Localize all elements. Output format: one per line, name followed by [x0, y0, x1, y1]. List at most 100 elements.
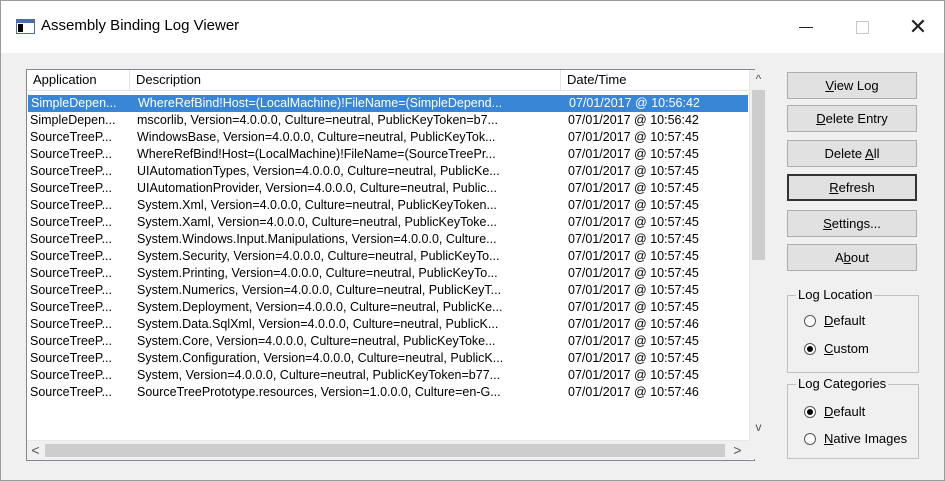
row-application: SourceTreeP... — [30, 164, 112, 178]
row-application: SourceTreeP... — [30, 232, 112, 246]
row-description: SourceTreePrototype.resources, Version=1… — [137, 385, 501, 399]
row-application: SourceTreeP... — [30, 317, 112, 331]
horizontal-scrollbar[interactable]: < > — [27, 440, 749, 460]
table-row[interactable]: SourceTreeP... UIAutomationProvider, Vers… — [27, 180, 749, 197]
row-datetime: 07/01/2017 @ 10:57:45 — [568, 164, 699, 178]
row-application: SourceTreeP... — [30, 334, 112, 348]
delete-all-button[interactable]: Delete All — [787, 140, 917, 167]
row-datetime: 07/01/2017 @ 10:57:45 — [568, 198, 699, 212]
scroll-left-icon[interactable]: < — [27, 442, 44, 458]
row-datetime: 07/01/2017 @ 10:57:46 — [568, 317, 699, 331]
app-window: Assembly Binding Log Viewer ✕ Applicatio… — [0, 0, 945, 481]
row-datetime: 07/01/2017 @ 10:57:45 — [568, 130, 699, 144]
minimize-button[interactable] — [783, 9, 829, 45]
row-description: UIAutomationTypes, Version=4.0.0.0, Cult… — [137, 164, 500, 178]
row-description: System.Data.SqlXml, Version=4.0.0.0, Cul… — [137, 317, 499, 331]
row-application: SimpleDepen... — [30, 113, 116, 127]
radio-checked-icon — [804, 343, 816, 355]
vertical-scrollbar[interactable]: ^ v — [749, 70, 767, 440]
row-application: SimpleDepen... — [31, 96, 117, 110]
window-title: Assembly Binding Log Viewer — [41, 17, 240, 34]
row-datetime: 07/01/2017 @ 10:57:45 — [568, 147, 699, 161]
log-categories-native-images-radio[interactable]: Native Images — [804, 431, 907, 447]
log-categories-group: Log Categories Default Native Images — [787, 376, 919, 459]
row-application: SourceTreeP... — [30, 215, 112, 229]
table-row[interactable]: SourceTreeP... UIAutomationTypes, Version… — [27, 163, 749, 180]
about-button[interactable]: About — [787, 244, 917, 271]
list-header: Application Description Date/Time — [27, 70, 749, 91]
row-description: System.Core, Version=4.0.0.0, Culture=ne… — [137, 334, 496, 348]
row-application: SourceTreeP... — [30, 351, 112, 365]
row-datetime: 07/01/2017 @ 10:57:45 — [568, 334, 699, 348]
delete-entry-button[interactable]: Delete Entry — [787, 105, 917, 132]
radio-icon — [804, 433, 816, 445]
scroll-down-icon[interactable]: v — [750, 420, 767, 434]
table-row[interactable]: SourceTreeP... System.Security, Version=4… — [27, 248, 749, 265]
list-rows: SimpleDepen... WhereRefBind!Host=(LocalMa… — [27, 92, 749, 438]
row-application: SourceTreeP... — [30, 283, 112, 297]
log-list[interactable]: Application Description Date/Time Simple… — [26, 69, 767, 461]
scroll-up-icon[interactable]: ^ — [750, 72, 767, 86]
table-row[interactable]: SourceTreeP... System.Numerics, Version=4… — [27, 282, 749, 299]
row-application: SourceTreeP... — [30, 198, 112, 212]
scroll-right-icon[interactable]: > — [729, 442, 746, 458]
row-description: System.Xml, Version=4.0.0.0, Culture=neu… — [137, 198, 497, 212]
row-datetime: 07/01/2017 @ 10:57:45 — [568, 351, 699, 365]
row-datetime: 07/01/2017 @ 10:57:45 — [568, 232, 699, 246]
row-description: System.Security, Version=4.0.0.0, Cultur… — [137, 249, 500, 263]
table-row[interactable]: SourceTreeP... System.Xaml, Version=4.0.0… — [27, 214, 749, 231]
log-categories-default-radio[interactable]: Default — [804, 404, 865, 420]
row-description: WindowsBase, Version=4.0.0.0, Culture=ne… — [137, 130, 496, 144]
table-row[interactable]: SimpleDepen... WhereRefBind!Host=(LocalMa… — [28, 95, 748, 112]
log-location-group: Log Location Default Custom — [787, 287, 919, 373]
row-datetime: 07/01/2017 @ 10:57:45 — [568, 368, 699, 382]
row-datetime: 07/01/2017 @ 10:56:42 — [568, 113, 699, 127]
app-icon — [16, 19, 35, 34]
table-row[interactable]: SourceTreeP... SourceTreePrototype.resour… — [27, 384, 749, 401]
row-application: SourceTreeP... — [30, 300, 112, 314]
column-header-datetime[interactable]: Date/Time — [561, 70, 749, 90]
table-row[interactable]: SourceTreeP... WindowsBase, Version=4.0.0… — [27, 129, 749, 146]
row-datetime: 07/01/2017 @ 10:57:45 — [568, 300, 699, 314]
row-application: SourceTreeP... — [30, 181, 112, 195]
row-datetime: 07/01/2017 @ 10:57:45 — [568, 215, 699, 229]
row-application: SourceTreeP... — [30, 249, 112, 263]
close-button[interactable]: ✕ — [895, 9, 941, 45]
row-application: SourceTreeP... — [30, 130, 112, 144]
row-description: System.Numerics, Version=4.0.0.0, Cultur… — [137, 283, 502, 297]
table-row[interactable]: SourceTreeP... System.Xml, Version=4.0.0.… — [27, 197, 749, 214]
row-description: System, Version=4.0.0.0, Culture=neutral… — [137, 368, 501, 382]
row-description: WhereRefBind!Host=(LocalMachine)!FileNam… — [137, 147, 496, 161]
row-description: System.Deployment, Version=4.0.0.0, Cult… — [137, 300, 503, 314]
row-datetime: 07/01/2017 @ 10:57:45 — [568, 283, 699, 297]
table-row[interactable]: SourceTreeP... System.Core, Version=4.0.0… — [27, 333, 749, 350]
minimize-icon — [799, 26, 813, 28]
table-row[interactable]: SourceTreeP... System.Windows.Input.Manip… — [27, 231, 749, 248]
close-icon: ✕ — [908, 14, 928, 39]
table-row[interactable]: SimpleDepen... mscorlib, Version=4.0.0.0,… — [27, 112, 749, 129]
horizontal-scroll-thumb[interactable] — [45, 444, 725, 457]
column-header-application[interactable]: Application — [27, 70, 130, 90]
title-bar: Assembly Binding Log Viewer ✕ — [1, 1, 944, 53]
vertical-scroll-thumb[interactable] — [752, 90, 765, 260]
row-application: SourceTreeP... — [30, 266, 112, 280]
radio-icon — [804, 315, 816, 327]
table-row[interactable]: SourceTreeP... System.Data.SqlXml, Versio… — [27, 316, 749, 333]
settings-button[interactable]: Settings... — [787, 210, 917, 237]
maximize-icon — [855, 20, 869, 34]
log-location-default-radio[interactable]: Default — [804, 313, 865, 329]
log-location-custom-radio[interactable]: Custom — [804, 341, 869, 357]
row-description: System.Xaml, Version=4.0.0.0, Culture=ne… — [137, 215, 497, 229]
row-description: System.Configuration, Version=4.0.0.0, C… — [137, 351, 504, 365]
table-row[interactable]: SourceTreeP... System.Deployment, Version… — [27, 299, 749, 316]
table-row[interactable]: SourceTreeP... System, Version=4.0.0.0, C… — [27, 367, 749, 384]
table-row[interactable]: SourceTreeP... System.Configuration, Vers… — [27, 350, 749, 367]
table-row[interactable]: SourceTreeP... System.Printing, Version=4… — [27, 265, 749, 282]
log-categories-label: Log Categories — [796, 376, 889, 391]
column-header-description[interactable]: Description — [130, 70, 561, 90]
row-description: System.Windows.Input.Manipulations, Vers… — [137, 232, 497, 246]
refresh-button[interactable]: Refresh — [787, 174, 917, 201]
view-log-button[interactable]: View Log — [787, 72, 917, 99]
maximize-button[interactable] — [839, 9, 885, 45]
table-row[interactable]: SourceTreeP... WhereRefBind!Host=(LocalMa… — [27, 146, 749, 163]
